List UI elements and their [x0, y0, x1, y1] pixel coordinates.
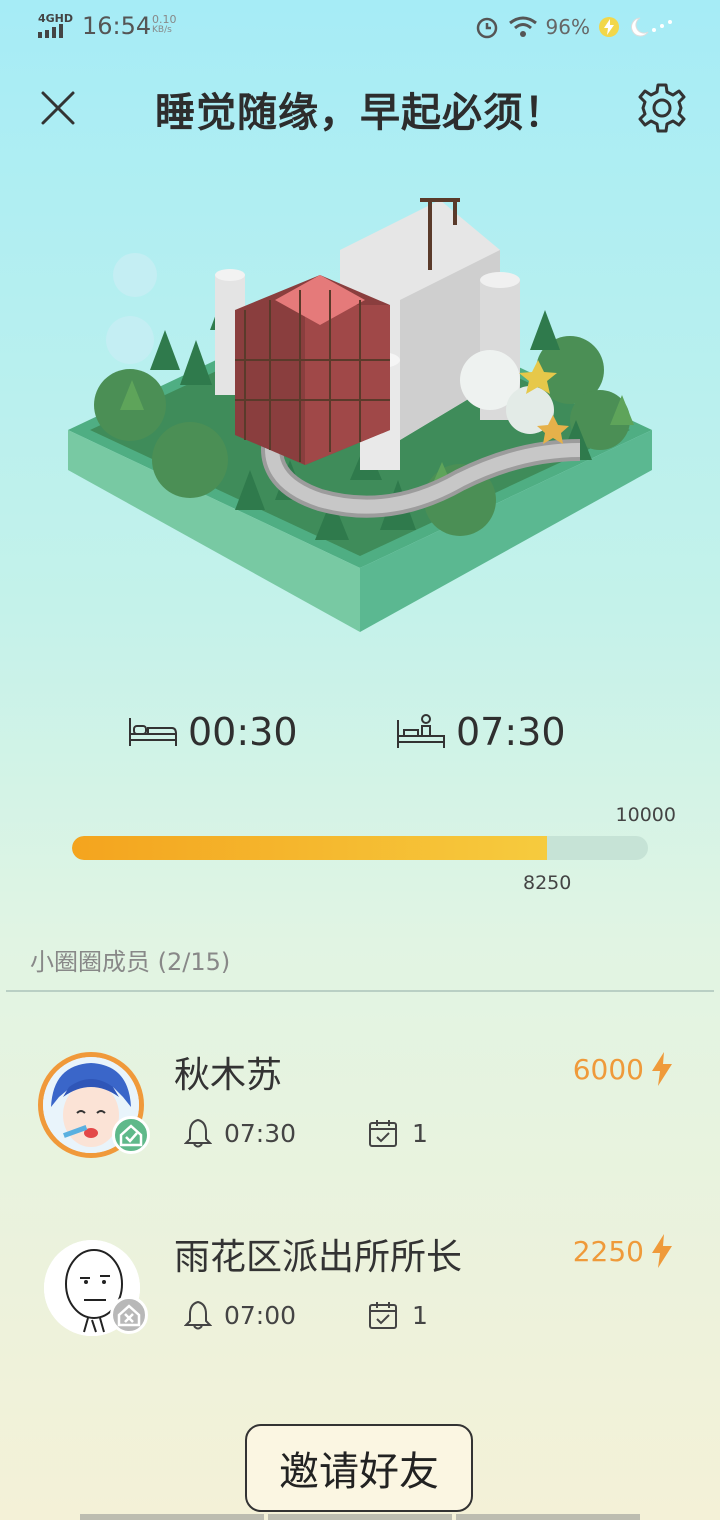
energy-current: 8250 [523, 872, 572, 894]
calendar-check-icon [369, 1120, 397, 1147]
member-alarm: 07:00 [184, 1300, 296, 1330]
battery-percent: 96% [545, 15, 590, 39]
speed-unit: KB/s [152, 25, 172, 35]
network-speed: 0.10 KB/s [152, 14, 177, 36]
wifi-icon [508, 16, 537, 37]
energy-progress-fill [72, 836, 548, 860]
indicator-segment [268, 1514, 452, 1520]
check-home-icon [119, 1124, 143, 1147]
charging-icon [599, 17, 619, 37]
member-alarm: 07:30 [184, 1118, 296, 1148]
member-name: 秋木苏 [174, 1055, 283, 1096]
energy-goal: 10000 [615, 804, 676, 826]
member-checkin: 1 [368, 1118, 428, 1148]
bed-sleep-icon [129, 718, 177, 746]
member-row[interactable]: 雨花区派出所所长 2250 07:00 1 [0, 1212, 720, 1362]
member-row[interactable]: 秋木苏 6000 07:30 1 [0, 1030, 720, 1180]
member-score: 2250 [573, 1234, 672, 1268]
bottom-indicator [80, 1514, 640, 1520]
cross-home-icon [117, 1304, 141, 1327]
lightning-icon [652, 1234, 672, 1268]
indicator-segment [456, 1514, 640, 1520]
member-score: 6000 [573, 1052, 672, 1086]
calendar-check-icon [369, 1302, 397, 1329]
member-checkin-days: 1 [412, 1118, 428, 1148]
energy-progress-bar [72, 836, 648, 860]
lightning-icon [652, 1052, 672, 1086]
bed-wake-icon [397, 714, 445, 748]
divider [6, 990, 714, 992]
members-title: 小圈圈成员 (2/15) [30, 948, 231, 976]
status-right: 96% [474, 14, 676, 40]
status-time: 16:54 [82, 12, 152, 40]
bell-icon [184, 1300, 212, 1330]
member-score-value: 2250 [572, 1234, 644, 1268]
status-badge [110, 1296, 148, 1334]
wake-time-value: 07:30 [456, 710, 566, 754]
invite-friends-button[interactable]: 邀请好友 [245, 1424, 473, 1512]
castle-illustration [68, 198, 652, 632]
member-alarm-time: 07:00 [224, 1300, 297, 1330]
sleep-time-value: 00:30 [188, 710, 298, 754]
wake-time: 07:30 [396, 704, 566, 760]
status-badge [112, 1116, 150, 1154]
speed-value: 0.10 [152, 13, 177, 26]
page-title: 睡觉随缘，早起必须！ [155, 90, 565, 136]
moon-icon [631, 17, 672, 37]
settings-button[interactable] [636, 82, 688, 134]
member-checkin: 1 [368, 1300, 428, 1330]
member-alarm-time: 07:30 [224, 1118, 297, 1148]
member-score-value: 6000 [572, 1052, 644, 1086]
sleep-time: 00:30 [128, 704, 298, 760]
signal-icon [38, 24, 63, 38]
alarm-icon [476, 17, 497, 39]
status-bar: 4GHD 16:54 0.10 KB/s 96% [0, 0, 720, 56]
bell-icon [184, 1118, 212, 1148]
indicator-segment [80, 1514, 264, 1520]
gear-icon [638, 83, 686, 133]
member-name: 雨花区派出所所长 [174, 1237, 463, 1278]
member-checkin-days: 1 [412, 1300, 428, 1330]
